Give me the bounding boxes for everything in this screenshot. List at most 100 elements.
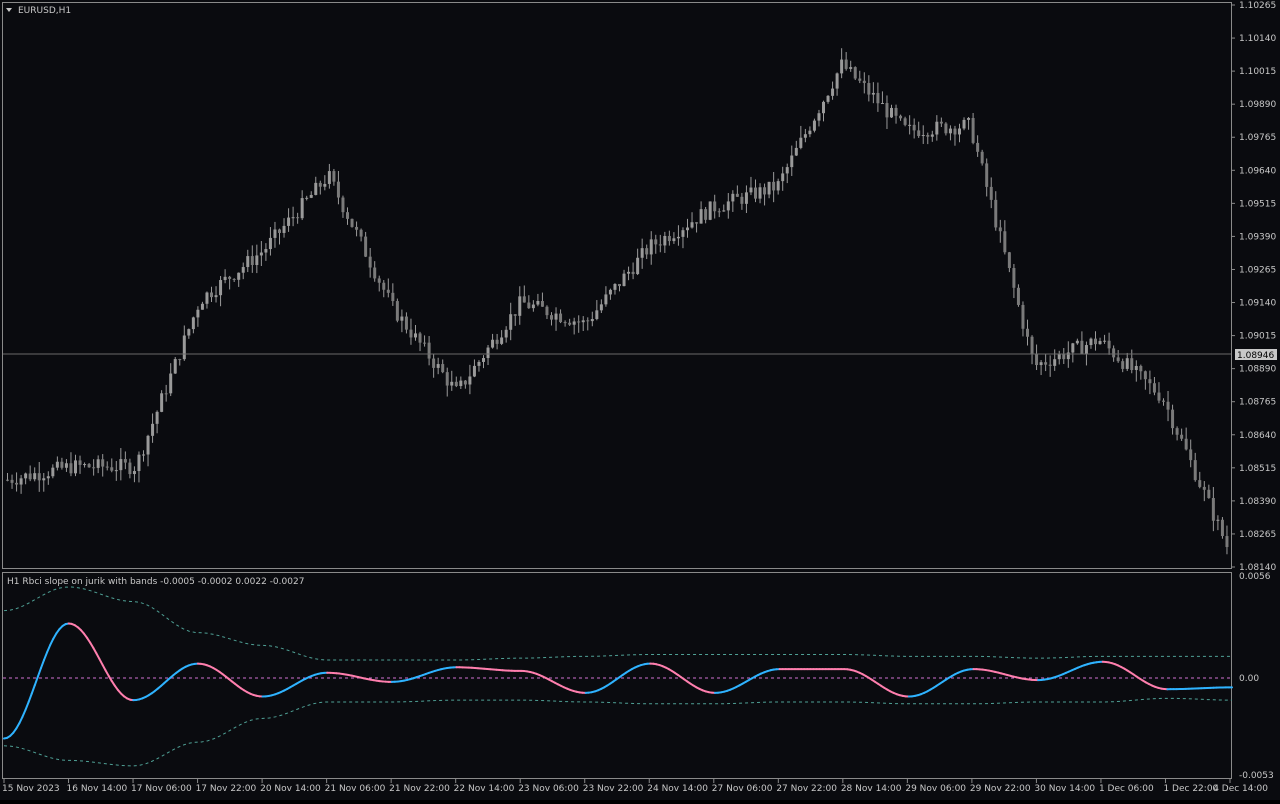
candle-body xyxy=(1021,305,1024,329)
candle-body xyxy=(88,464,91,467)
price-pane-frame xyxy=(3,3,1232,569)
price-tick-label: 1.09140 xyxy=(1239,299,1276,309)
candle-body xyxy=(541,301,544,307)
candle-body xyxy=(487,348,490,358)
candle-body xyxy=(1117,357,1120,361)
candle-body xyxy=(677,237,680,238)
candle-body xyxy=(1135,366,1138,370)
candle-body xyxy=(509,314,512,330)
candle-body xyxy=(174,359,177,373)
time-tick-label: 27 Nov 22:00 xyxy=(776,784,837,794)
candle-body xyxy=(1130,358,1133,370)
candle-body xyxy=(777,181,780,190)
candle-body xyxy=(963,120,966,129)
candle-body xyxy=(944,124,947,134)
candle-body xyxy=(1162,401,1165,402)
candle-body xyxy=(319,183,322,187)
dropdown-triangle-icon[interactable] xyxy=(6,8,12,12)
candle-body xyxy=(219,280,222,295)
candle-body xyxy=(881,103,884,104)
candle-body xyxy=(532,305,535,309)
price-tick-label: 1.09515 xyxy=(1239,199,1276,209)
candle-body xyxy=(849,67,852,69)
candle-body xyxy=(768,182,771,195)
candle-body xyxy=(500,337,503,343)
candle-body xyxy=(147,436,150,455)
candle-body xyxy=(650,239,653,254)
candle-body xyxy=(953,129,956,135)
price-tick-label: 1.09765 xyxy=(1239,133,1276,143)
candle-body xyxy=(1144,371,1147,379)
candle-body xyxy=(160,393,163,412)
candle-body xyxy=(1058,354,1061,359)
candle-body xyxy=(985,163,988,187)
chart-window[interactable]: EURUSD,H1 1.102651.101401.100151.098901.… xyxy=(0,0,1280,800)
candle-body xyxy=(813,121,816,131)
indicator-pane-frame xyxy=(3,573,1232,779)
candle-body xyxy=(536,301,539,305)
candle-body xyxy=(727,201,730,210)
candle-body xyxy=(133,471,136,474)
candle-body xyxy=(215,295,218,297)
candle-body xyxy=(56,462,59,468)
time-tick-label: 20 Nov 14:00 xyxy=(260,784,321,794)
candle-body xyxy=(1216,520,1219,521)
candle-body xyxy=(382,283,385,290)
candle-body xyxy=(1189,449,1192,460)
indicator-axis: 0.00560.00-0.0053 xyxy=(1239,572,1274,781)
candle-body xyxy=(369,257,372,268)
candle-body xyxy=(1112,348,1115,357)
candle-body xyxy=(940,122,943,124)
candle-body xyxy=(1008,252,1011,268)
candle-body xyxy=(97,459,100,468)
candle-body xyxy=(1171,410,1174,428)
candle-body xyxy=(641,248,644,258)
candle-body xyxy=(1108,341,1111,349)
candle-body xyxy=(523,296,526,302)
time-axis: 15 Nov 202316 Nov 14:0017 Nov 06:0017 No… xyxy=(2,779,1268,794)
candle-body xyxy=(283,226,286,233)
candle-body xyxy=(1203,487,1206,490)
candle-body xyxy=(550,315,553,319)
candle-body xyxy=(795,148,798,156)
candle-body xyxy=(400,317,403,321)
candle-body xyxy=(423,343,426,344)
candle-body xyxy=(1031,337,1034,354)
time-tick-label: 1 Dec 22:00 xyxy=(1163,784,1218,794)
candle-body xyxy=(799,138,802,148)
candle-body xyxy=(632,272,635,274)
candle-body xyxy=(817,113,820,120)
chart-canvas[interactable]: EURUSD,H1 1.102651.101401.100151.098901.… xyxy=(0,0,1280,800)
lower-band xyxy=(4,698,1232,766)
candle-body xyxy=(1012,268,1015,288)
candle-body xyxy=(24,473,27,478)
candle-body xyxy=(1103,341,1106,342)
candle-body xyxy=(224,277,227,280)
candle-body xyxy=(636,258,639,274)
candle-body xyxy=(1148,379,1151,383)
candle-body xyxy=(994,200,997,228)
candle-body xyxy=(713,201,716,211)
candle-body xyxy=(101,459,104,466)
candle-body xyxy=(668,236,671,241)
candle-body xyxy=(142,455,145,456)
candle-body xyxy=(514,314,517,316)
price-tick-label: 1.09015 xyxy=(1239,332,1276,342)
candle-body xyxy=(419,333,422,342)
candle-body xyxy=(332,171,335,182)
candle-body xyxy=(845,60,848,69)
candle-body xyxy=(20,478,23,484)
candle-body xyxy=(518,296,521,315)
time-tick-label: 23 Nov 06:00 xyxy=(518,784,579,794)
price-tick-label: 1.08640 xyxy=(1239,431,1276,441)
candle-body xyxy=(464,381,467,385)
time-tick-label: 22 Nov 14:00 xyxy=(454,784,515,794)
indicator-segment xyxy=(50,639,53,645)
indicator-bands xyxy=(4,587,1232,766)
candle-body xyxy=(496,340,499,344)
candle-body xyxy=(128,463,131,474)
candle-body xyxy=(568,323,571,325)
candle-body xyxy=(287,218,290,226)
candle-body xyxy=(564,322,567,323)
candle-body xyxy=(441,364,444,372)
